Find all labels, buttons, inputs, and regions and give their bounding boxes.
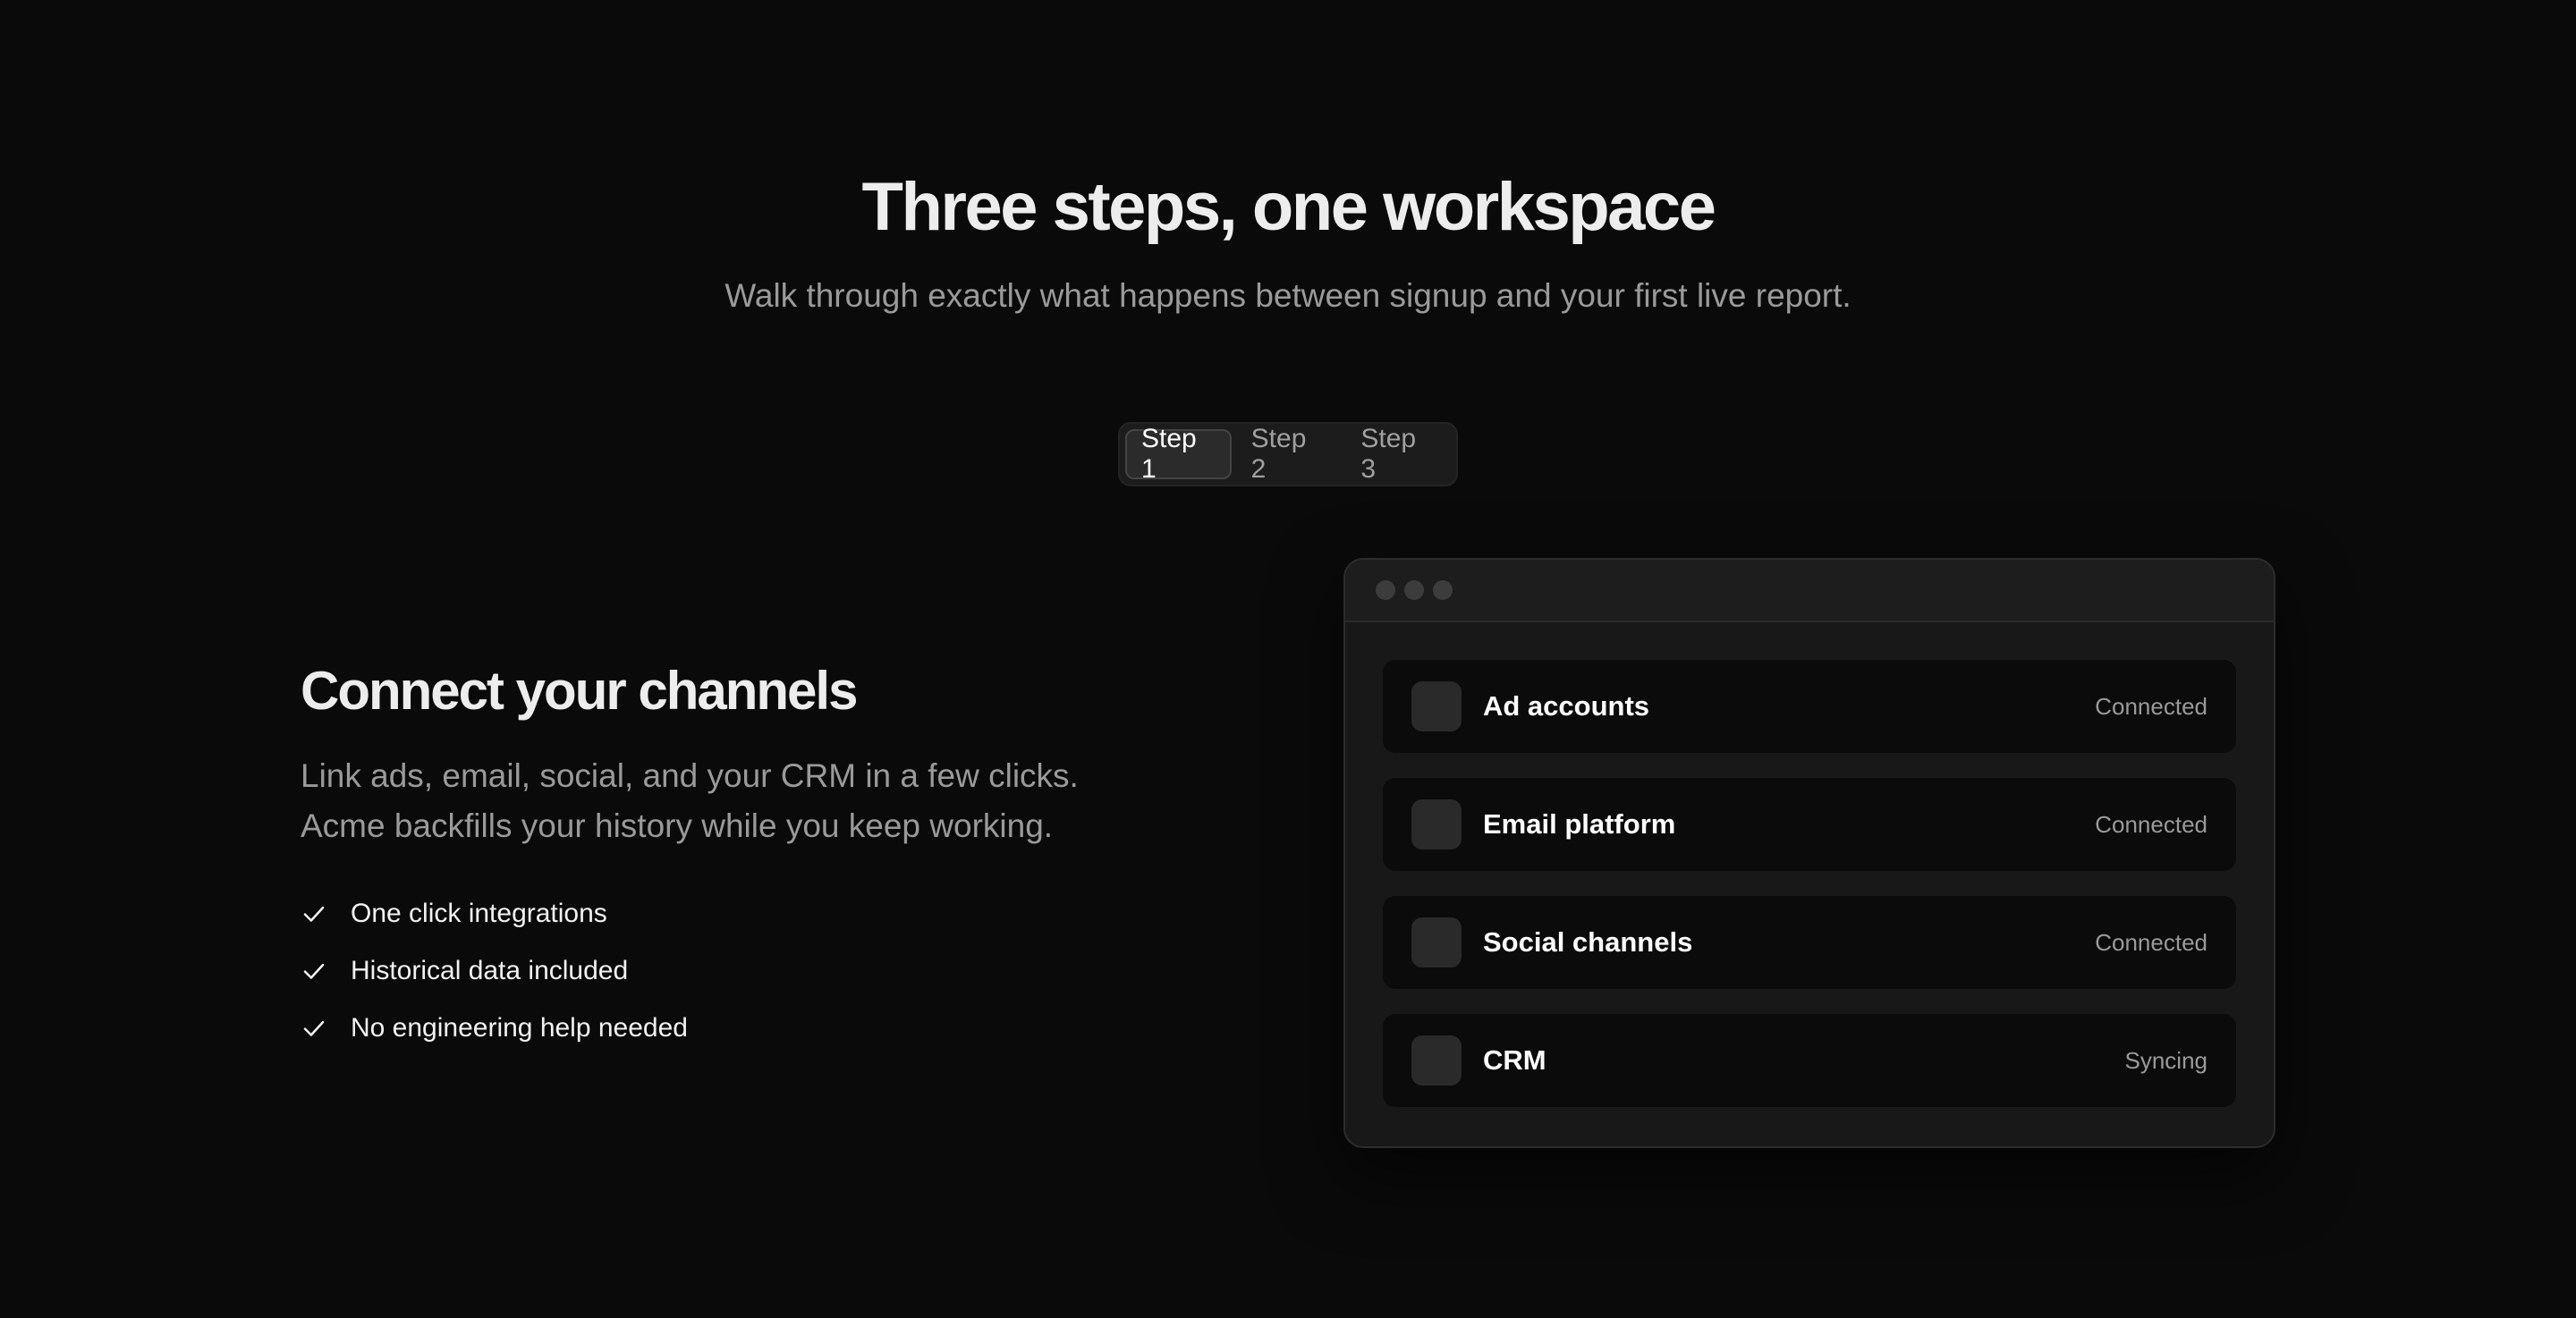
step-description: Link ads, email, social, and your CRM in… [301,757,1079,844]
section-title: Three steps, one workspace [861,169,1716,245]
feature-list: One click integrations Historical data i… [301,885,1195,1057]
tab-step-1[interactable]: Step 1 [1125,424,1232,484]
integration-icon [1411,799,1462,849]
integration-row-social-channels: Social channels Connected [1383,896,2236,989]
feature-label: Historical data included [351,956,629,985]
integration-icon [1411,681,1462,731]
integration-name: Email platform [1483,808,1676,840]
integration-name: Ad accounts [1483,690,1650,722]
preview-window: Ad accounts Connected Email platform Con… [1343,558,2275,1148]
step-content: Connect your channels Link ads, email, s… [301,653,1195,1057]
feature-item: Historical data included [301,942,1195,1000]
feature-item: One click integrations [301,885,1195,942]
section-subtitle: Walk through exactly what happens betwee… [724,277,1852,314]
step-tabs: Step 1 Step 2 Step 3 [1118,422,1458,486]
integration-row-ad-accounts: Ad accounts Connected [1383,660,2236,753]
integration-status: Connected [2095,810,2207,838]
window-dot [1404,580,1424,600]
step-title: Connect your channels [301,661,858,721]
integration-icon [1411,1035,1462,1086]
window-titlebar [1345,560,2274,622]
integration-name: Social channels [1483,926,1693,958]
feature-label: No engineering help needed [351,1013,688,1043]
integration-name: CRM [1483,1044,1546,1076]
check-icon [301,958,327,984]
integration-status: Connected [2095,692,2207,720]
integration-status: Connected [2095,928,2207,956]
window-dot [1376,580,1395,600]
integration-row-email-platform: Email platform Connected [1383,778,2236,871]
check-icon [301,1015,327,1042]
integration-status: Syncing [2124,1046,2208,1074]
window-dot [1433,580,1453,600]
integration-list: Ad accounts Connected Email platform Con… [1345,622,2274,1107]
integration-icon [1411,917,1462,967]
check-icon [301,900,327,927]
integration-row-crm: CRM Syncing [1383,1014,2236,1107]
tab-step-2[interactable]: Step 2 [1235,424,1342,484]
tab-step-3[interactable]: Step 3 [1344,424,1451,484]
page: Three steps, one workspace Walk through … [0,0,2576,1318]
feature-label: One click integrations [351,899,607,928]
feature-item: No engineering help needed [301,1000,1195,1057]
